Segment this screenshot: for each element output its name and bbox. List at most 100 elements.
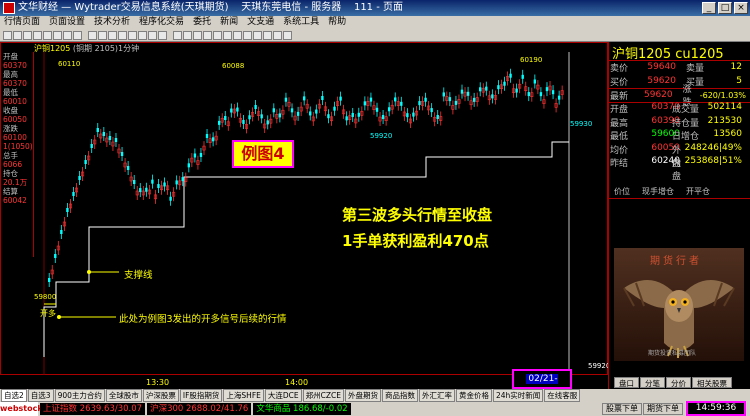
tick-header-price: 价位 (614, 187, 630, 196)
index-ticker[interactable]: 沪深300 2688.02/41.76 (147, 403, 252, 415)
toolbar-button[interactable] (83, 31, 87, 40)
toolbar-button[interactable] (168, 31, 172, 40)
market-tab[interactable]: 外盘期货 (345, 389, 381, 402)
menu-item[interactable]: 技术分析 (94, 16, 130, 29)
market-tab[interactable]: 900主力合约 (54, 389, 105, 402)
stat-row: 内盘 253868|51% (672, 156, 742, 182)
menu-item[interactable]: 新闻 (220, 16, 238, 29)
price-info-label: 涨跌 (3, 124, 18, 133)
candle-body (497, 85, 500, 90)
tab-pankou[interactable]: 盘口 (614, 377, 639, 388)
candle-body (557, 95, 561, 100)
toolbar-button[interactable] (158, 30, 167, 40)
menu-item[interactable]: 系统工具 (283, 16, 319, 29)
toolbar-button[interactable] (253, 30, 262, 40)
market-tab[interactable]: 大连DCE (264, 389, 302, 402)
toolbar-button[interactable] (88, 30, 97, 40)
price-info-row: 开盘 (0, 52, 33, 61)
toolbar-button[interactable] (223, 30, 232, 40)
candle-body (60, 230, 63, 234)
candlestick-plot[interactable] (34, 52, 586, 375)
maximize-button[interactable]: □ (718, 2, 732, 14)
toolbar-button[interactable] (33, 30, 42, 40)
candle-body (466, 91, 470, 96)
candle-body (460, 89, 464, 94)
market-tab[interactable]: 郑州CZCE (302, 389, 344, 402)
candle-body (284, 97, 288, 102)
menu-item[interactable]: 页面设置 (49, 16, 85, 29)
price-info-label: 最高 (3, 70, 18, 79)
toolbar-button[interactable] (203, 30, 212, 40)
tab-fenbi[interactable]: 分笔 (640, 377, 665, 388)
quote-tabs: 盘口 分笔 分价 相关股票 (614, 377, 732, 388)
candle-body (448, 97, 452, 102)
annotation-trend: 第三波多头行情至收盘 (342, 206, 493, 224)
price-info-row: 收盘 (0, 106, 33, 115)
toolbar-button[interactable] (283, 30, 292, 40)
market-tab[interactable]: 24h实时新闻 (493, 389, 544, 402)
price-info-value: 60050 (3, 115, 27, 124)
close-button[interactable]: × (734, 2, 748, 14)
toolbar-button[interactable] (138, 30, 147, 40)
toolbar-button[interactable] (233, 30, 242, 40)
price-info-label: 开盘 (3, 52, 18, 61)
market-tab[interactable]: 外汇汇率 (419, 389, 455, 402)
market-tab[interactable]: 黄金价格 (456, 389, 492, 402)
toolbar-button[interactable] (13, 30, 22, 40)
market-tab[interactable]: 自选2 (1, 389, 27, 402)
market-tab[interactable]: 在线客服 (544, 389, 581, 402)
market-tab[interactable]: 全球股市 (105, 389, 142, 402)
toolbar-button[interactable] (263, 30, 272, 40)
candle-body (394, 97, 397, 102)
toolbar-button[interactable] (3, 30, 12, 40)
toolbar-button[interactable] (53, 30, 62, 40)
candle-body (290, 108, 294, 113)
support-line-label: 支撑线 (124, 270, 153, 281)
market-tab[interactable]: 自选3 (27, 389, 54, 402)
minimize-button[interactable]: _ (702, 2, 716, 14)
market-tab[interactable]: 上海SHFE (223, 389, 264, 402)
futures-order-button[interactable]: 期货下单 (643, 403, 683, 415)
index-ticker[interactable]: 文华商品 186.68/-0.02 (253, 403, 351, 415)
toolbar-button[interactable] (63, 30, 72, 40)
toolbar-button[interactable] (98, 30, 107, 40)
menu-item[interactable]: 委托 (193, 16, 211, 29)
quote-label: 卖量 (686, 63, 705, 74)
toolbar-button[interactable] (118, 30, 127, 40)
stat-row: 外盘 248246|49% (672, 143, 742, 169)
toolbar-button[interactable] (173, 30, 182, 40)
tab-fenjia[interactable]: 分价 (666, 377, 691, 388)
toolbar-button[interactable] (213, 30, 222, 40)
menu-item[interactable]: 程序化交易 (139, 16, 184, 29)
menu-item[interactable]: 行情页面 (4, 16, 40, 29)
menu-item[interactable]: 文支通 (247, 16, 274, 29)
price-label-start: 59800 (34, 293, 57, 301)
price-info-label: 结算 (3, 187, 18, 196)
toolbar-button[interactable] (43, 30, 52, 40)
menu-bar: 行情页面 页面设置 技术分析 程序化交易 委托 新闻 文支通 系统工具 帮助 (0, 16, 750, 29)
toolbar-button[interactable] (128, 30, 137, 40)
stat-value: 13560 (713, 129, 742, 139)
stat-label: 均价 (610, 145, 629, 156)
toolbar-button[interactable] (243, 30, 252, 40)
toolbar-button[interactable] (183, 30, 192, 40)
stat-value: 253868|51% (684, 156, 742, 166)
market-tab[interactable]: 沪深股票 (142, 389, 179, 402)
candle-body (236, 107, 239, 112)
candle-body (187, 163, 191, 168)
market-tab[interactable]: IF股指期货 (179, 389, 223, 402)
menu-item[interactable]: 帮助 (328, 16, 346, 29)
market-tab[interactable]: 商品指数 (382, 389, 418, 402)
toolbar-button[interactable] (108, 30, 117, 40)
tab-related-stocks[interactable]: 相关股票 (692, 377, 732, 388)
candle-body (145, 187, 148, 192)
stock-order-button[interactable]: 股票下单 (602, 403, 642, 415)
index-ticker[interactable]: 上证指数 2639.63/30.07 (40, 403, 146, 415)
toolbar-button[interactable] (193, 30, 202, 40)
quote-change: -620/1.03% (699, 90, 746, 100)
toolbar-button[interactable] (73, 30, 82, 40)
candle-body (357, 112, 360, 117)
toolbar-button[interactable] (273, 30, 282, 40)
toolbar-button[interactable] (23, 30, 32, 40)
toolbar-button[interactable] (148, 30, 157, 40)
